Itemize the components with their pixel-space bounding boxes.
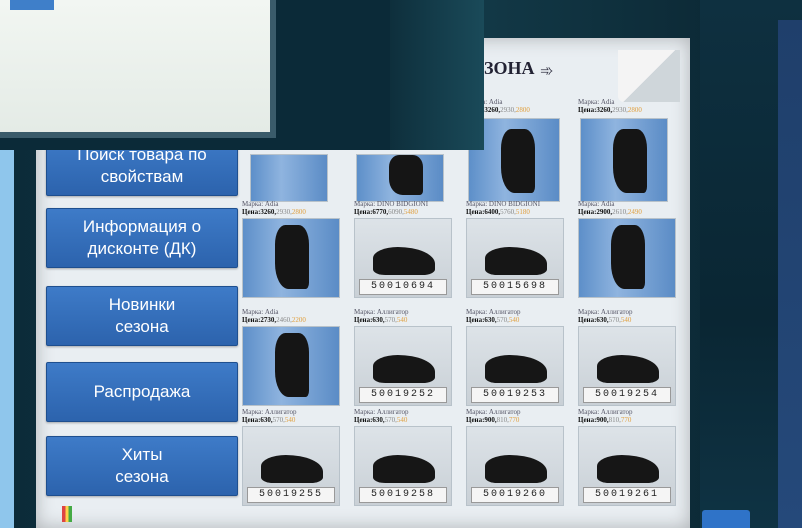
nav-button-label-line1: Распродажа bbox=[93, 382, 191, 401]
product-sku-label: 50019258 bbox=[359, 487, 447, 503]
product-price: Цена:2730,2460,2200 bbox=[242, 316, 306, 324]
product-price: Цена:630,570,540 bbox=[466, 316, 520, 324]
nav-button-label-line1: Хиты bbox=[121, 445, 163, 464]
nav-button-label-line1: Информация о bbox=[82, 217, 202, 236]
flag-icon bbox=[62, 506, 72, 522]
product-card-top-partial[interactable]: Марка: Adia Цена:3260,2930,2800 bbox=[578, 98, 684, 118]
nav-button-label-line1: Новинки bbox=[108, 295, 176, 314]
boot-image bbox=[611, 225, 645, 289]
shoe-image bbox=[597, 355, 659, 383]
nav-button-label-line2: сезона bbox=[115, 467, 169, 486]
product-image[interactable]: 50019261 bbox=[578, 426, 676, 506]
product-sku-label: 50019255 bbox=[247, 487, 335, 503]
product-card[interactable]: Марка: Аллигатор Цена:630,570,540 50019258 bbox=[354, 408, 460, 508]
shoe-image bbox=[597, 455, 659, 483]
nav-button-label-line2: свойствам bbox=[100, 167, 184, 186]
product-sku-label: 50010694 bbox=[359, 279, 447, 295]
boot-image bbox=[275, 333, 309, 397]
nav-button-label-line2: сезона bbox=[115, 317, 169, 336]
product-price: Цена:3260,2930,2800 bbox=[242, 208, 306, 216]
brand-logo-fragment: ЗОНА bbox=[484, 58, 535, 78]
product-card[interactable]: Марка: Аллигатор Цена:630,570,540 50019253 bbox=[466, 308, 572, 408]
product-image[interactable] bbox=[242, 218, 340, 298]
shoe-image bbox=[373, 247, 435, 275]
next-page-button[interactable] bbox=[702, 510, 750, 528]
arrow-icon: ➾ bbox=[540, 63, 554, 80]
product-price: Цена:6400,5760,5180 bbox=[466, 208, 530, 216]
nav-button-bestsellers[interactable]: Хиты сезона bbox=[46, 436, 238, 496]
product-thumb-partial[interactable] bbox=[580, 118, 668, 202]
wall-background bbox=[778, 20, 802, 528]
product-price: Цена:630,570,540 bbox=[242, 416, 296, 424]
product-brand: Марка: DINO BIDGIONI bbox=[354, 200, 429, 208]
product-card[interactable]: Марка: Adia Цена:3260,2930,2800 bbox=[242, 200, 348, 300]
nav-button-new-arrivals[interactable]: Новинки сезона bbox=[46, 286, 238, 346]
boot-image bbox=[275, 225, 309, 289]
product-brand: Марка: Аллигатор bbox=[578, 408, 633, 416]
product-brand: Марка: Аллигатор bbox=[466, 408, 521, 416]
product-brand: Марка: Adia bbox=[578, 98, 615, 106]
product-card[interactable]: Марка: Аллигатор Цена:630,570,540 50019255 bbox=[242, 408, 348, 508]
product-brand: Марка: Adia bbox=[242, 200, 279, 208]
product-card[interactable]: Марка: Аллигатор Цена:900,810,770 50019260 bbox=[466, 408, 572, 508]
product-brand: Марка: Аллигатор bbox=[466, 308, 521, 316]
shoe-image bbox=[485, 247, 547, 275]
product-sku-label: 50019261 bbox=[583, 487, 671, 503]
shoe-image bbox=[373, 355, 435, 383]
nav-button-label-line2: дисконте (ДК) bbox=[87, 239, 197, 258]
product-grid: Марка: Adia Цена:3260,2930,2800 Марка: A… bbox=[240, 92, 680, 512]
inset-panel bbox=[390, 0, 484, 150]
product-card[interactable]: Марка: Adia Цена:2730,2460,2200 bbox=[242, 308, 348, 408]
product-brand: Марка: Аллигатор bbox=[578, 308, 633, 316]
inset-screen bbox=[0, 0, 276, 138]
product-price: Цена:630,570,540 bbox=[578, 316, 632, 324]
product-card[interactable]: Марка: Аллигатор Цена:900,810,770 50019261 bbox=[578, 408, 684, 508]
shoe-image bbox=[485, 355, 547, 383]
product-price: Цена:6770,6090,5480 bbox=[354, 208, 418, 216]
product-image[interactable]: 50010694 bbox=[354, 218, 452, 298]
product-sku-label: 50019252 bbox=[359, 387, 447, 403]
product-sku-label: 50019253 bbox=[471, 387, 559, 403]
product-image[interactable]: 50015698 bbox=[466, 218, 564, 298]
product-brand: Марка: Adia bbox=[242, 308, 279, 316]
product-image[interactable]: 50019252 bbox=[354, 326, 452, 406]
product-card[interactable]: Марка: Аллигатор Цена:630,570,540 50019254 bbox=[578, 308, 684, 408]
product-price: Цена:630,570,540 bbox=[354, 316, 408, 324]
product-card[interactable]: Марка: DINO BIDGIONI Цена:6400,5760,5180 5… bbox=[466, 200, 572, 300]
product-image[interactable]: 50019260 bbox=[466, 426, 564, 506]
product-card[interactable]: Марка: DINO BIDGIONI Цена:6770,6090,5480 5… bbox=[354, 200, 460, 300]
product-price: Цена:2900,2610,2490 bbox=[578, 208, 642, 216]
inset-photo bbox=[0, 0, 484, 150]
product-thumb-partial[interactable] bbox=[250, 154, 328, 202]
product-image[interactable]: 50019254 bbox=[578, 326, 676, 406]
shoe-image bbox=[485, 455, 547, 483]
product-card[interactable]: Марка: Adia Цена:2900,2610,2490 bbox=[578, 200, 684, 300]
product-brand: Марка: Аллигатор bbox=[242, 408, 297, 416]
product-brand: Марка: DINO BIDGIONI bbox=[466, 200, 541, 208]
product-price: Цена:630,570,540 bbox=[354, 416, 408, 424]
product-price: Цена:900,810,770 bbox=[578, 416, 632, 424]
product-image[interactable] bbox=[242, 326, 340, 406]
product-sku-label: 50019254 bbox=[583, 387, 671, 403]
product-image[interactable]: 50019255 bbox=[242, 426, 340, 506]
product-price: Цена:900,810,770 bbox=[466, 416, 520, 424]
product-brand: Марка: Аллигатор bbox=[354, 308, 409, 316]
product-thumb-partial[interactable] bbox=[356, 154, 444, 202]
product-image[interactable] bbox=[578, 218, 676, 298]
kiosk-nav: Поиск товара по свойствам Информация о д… bbox=[40, 136, 240, 528]
product-price: Цена:3260,2930,2800 bbox=[578, 106, 642, 114]
shoe-image bbox=[373, 455, 435, 483]
product-card[interactable]: Марка: Аллигатор Цена:630,570,540 50019252 bbox=[354, 308, 460, 408]
inset-tab bbox=[10, 0, 54, 10]
product-sku-label: 50015698 bbox=[471, 279, 559, 295]
shoe-image bbox=[261, 455, 323, 483]
product-brand: Марка: Аллигатор bbox=[354, 408, 409, 416]
product-image[interactable]: 50019253 bbox=[466, 326, 564, 406]
nav-button-sale[interactable]: Распродажа bbox=[46, 362, 238, 422]
product-brand: Марка: Adia bbox=[578, 200, 615, 208]
product-image[interactable]: 50019258 bbox=[354, 426, 452, 506]
product-sku-label: 50019260 bbox=[471, 487, 559, 503]
nav-button-discount-info[interactable]: Информация о дисконте (ДК) bbox=[46, 208, 238, 268]
